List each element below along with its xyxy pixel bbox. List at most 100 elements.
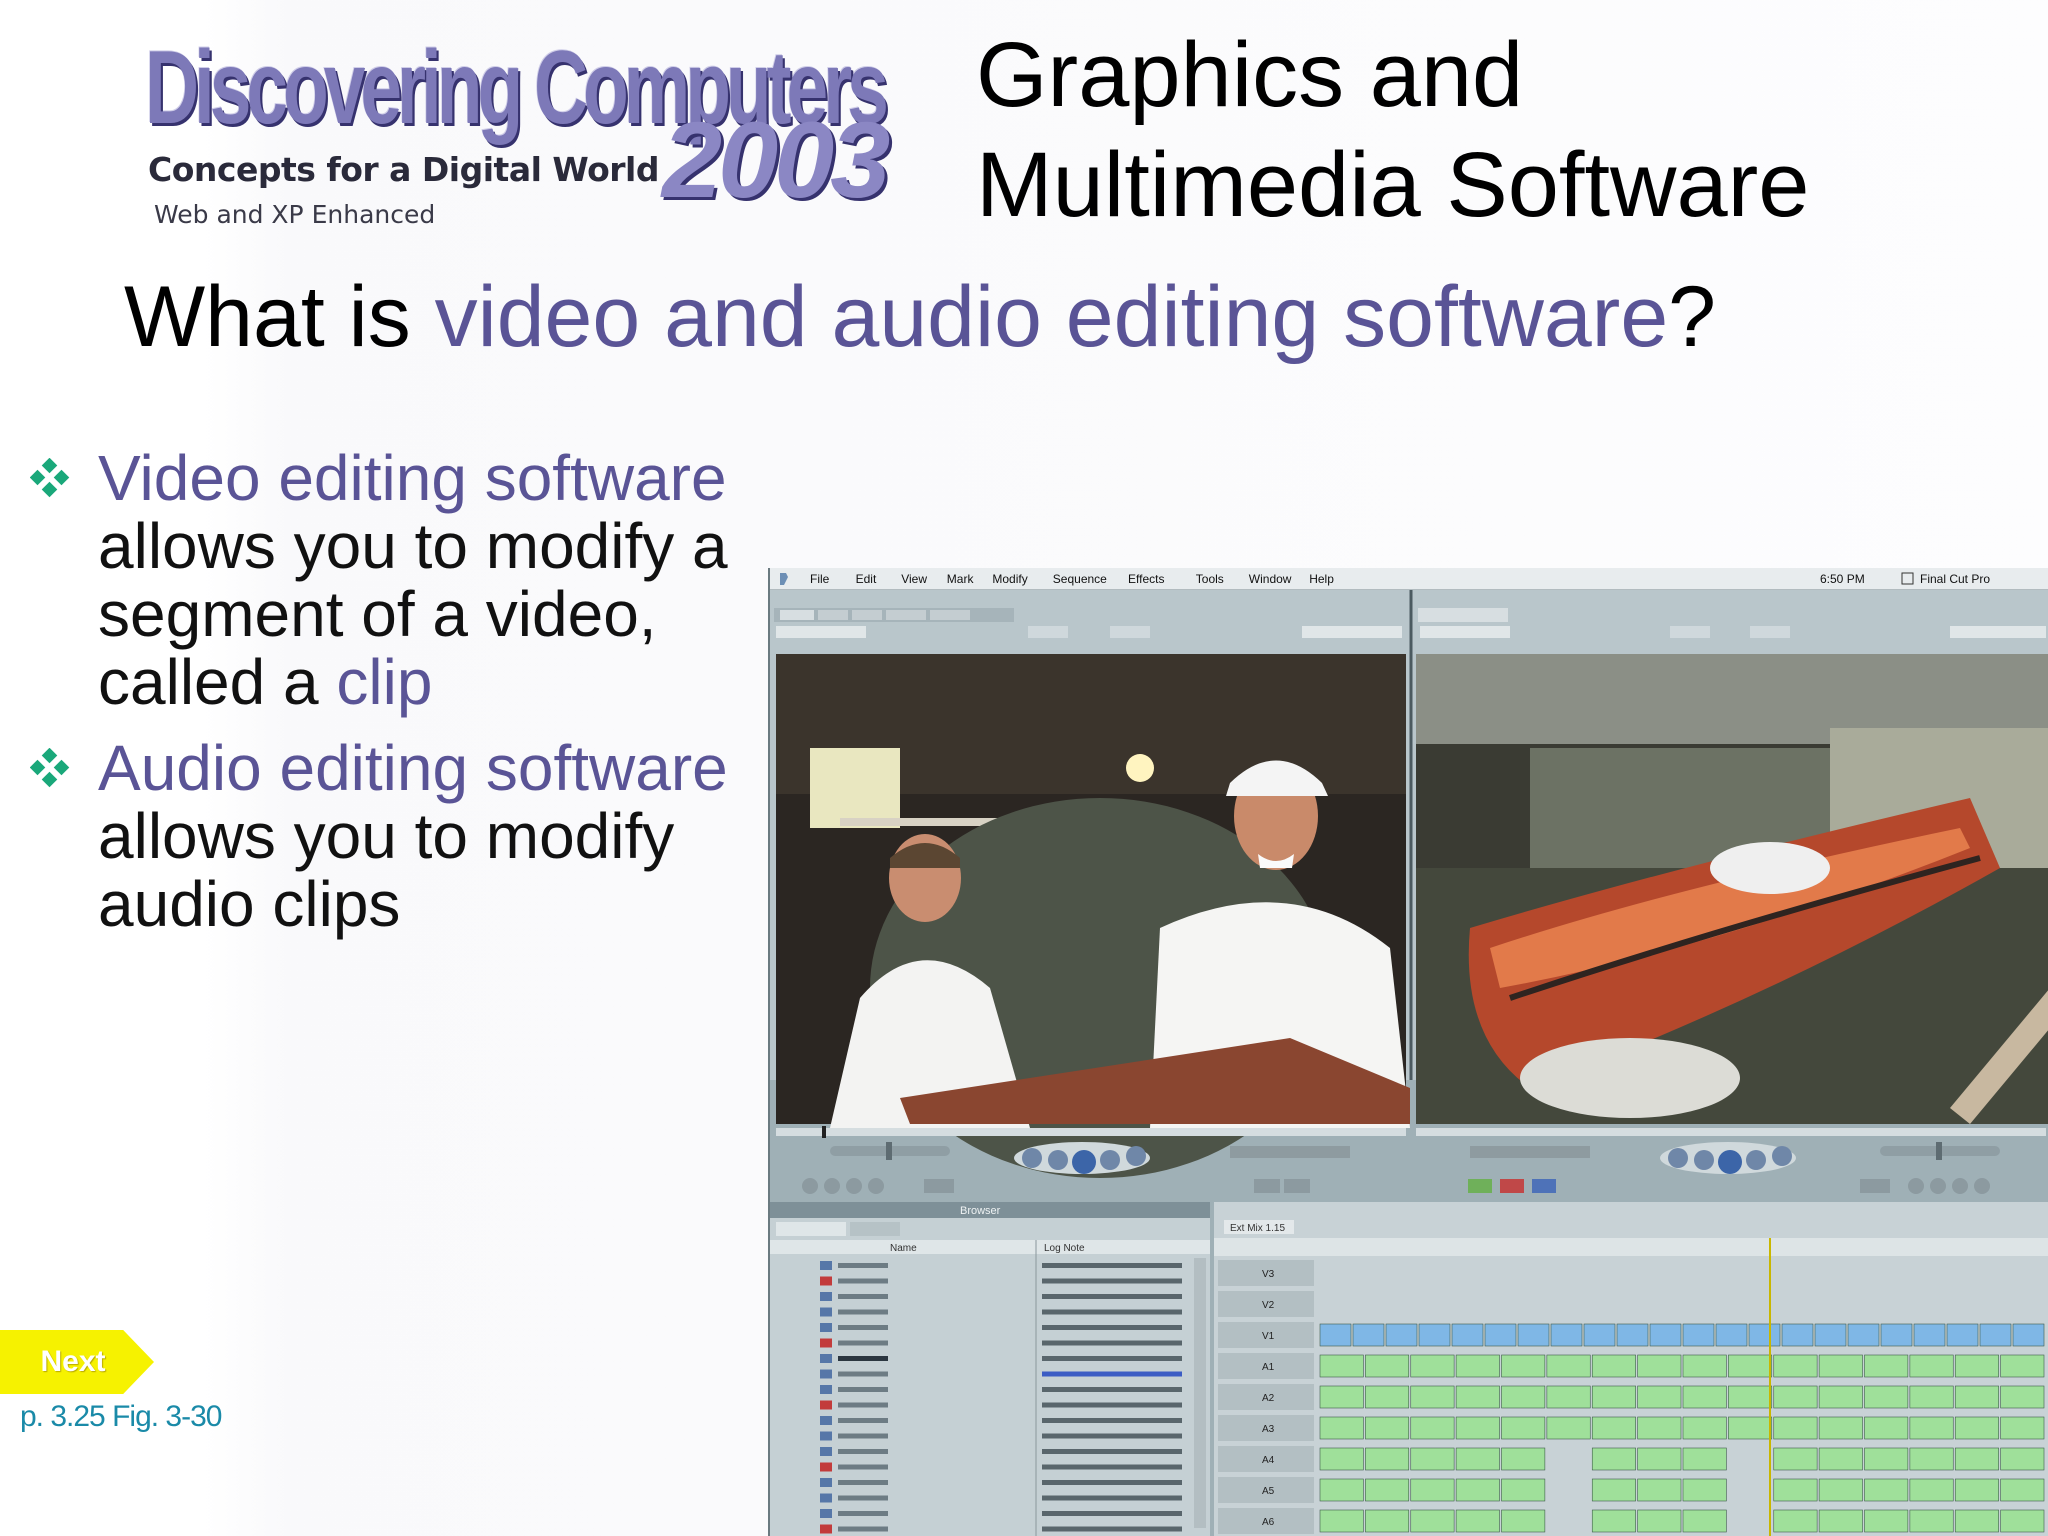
timeline-clip[interactable] xyxy=(2000,1385,2045,1409)
timeline-clip[interactable] xyxy=(1319,1385,1364,1409)
timeline-clip[interactable] xyxy=(1591,1385,1636,1409)
timeline-clip[interactable] xyxy=(1410,1354,1455,1378)
timeline-clip[interactable] xyxy=(1954,1354,1999,1378)
timeline-clip[interactable] xyxy=(1319,1509,1364,1533)
timeline-clip[interactable] xyxy=(1818,1416,1863,1440)
timeline-clip[interactable] xyxy=(1909,1509,1954,1533)
viewer-transport-controls[interactable] xyxy=(830,1142,1350,1174)
timeline-clip[interactable] xyxy=(1864,1509,1909,1533)
timeline-clip[interactable] xyxy=(1773,1416,1818,1440)
timeline-clip[interactable] xyxy=(1385,1323,1418,1347)
timeline-clip[interactable] xyxy=(1418,1323,1451,1347)
canvas-transport-controls[interactable] xyxy=(1470,1142,2000,1174)
menu-item-sequence[interactable]: Sequence xyxy=(1053,572,1107,586)
timeline-clip[interactable] xyxy=(1954,1509,1999,1533)
timeline-clip[interactable] xyxy=(1682,1385,1727,1409)
timeline-clip[interactable] xyxy=(1728,1385,1773,1409)
timeline-clip[interactable] xyxy=(1814,1323,1847,1347)
next-button[interactable]: Next xyxy=(0,1330,154,1394)
timeline-clip[interactable] xyxy=(1352,1323,1385,1347)
timeline-clip[interactable] xyxy=(1864,1478,1909,1502)
timeline-clip[interactable] xyxy=(1847,1323,1880,1347)
timeline-clip[interactable] xyxy=(1591,1509,1636,1533)
timeline-clip[interactable] xyxy=(1773,1478,1818,1502)
timeline-clip[interactable] xyxy=(2000,1416,2045,1440)
timeline-clip[interactable] xyxy=(1637,1416,1682,1440)
timeline-clip[interactable] xyxy=(1909,1354,1954,1378)
timeline-clip[interactable] xyxy=(1773,1509,1818,1533)
timeline-clip[interactable] xyxy=(1501,1447,1546,1471)
timeline-clip[interactable] xyxy=(1591,1447,1636,1471)
timeline-clip[interactable] xyxy=(1864,1385,1909,1409)
timeline-clip[interactable] xyxy=(1818,1385,1863,1409)
timeline-clip[interactable] xyxy=(1365,1385,1410,1409)
timeline-clip[interactable] xyxy=(1546,1416,1591,1440)
menu-item-view[interactable]: View xyxy=(901,572,927,586)
timeline-clip[interactable] xyxy=(1365,1447,1410,1471)
timeline-clip[interactable] xyxy=(1954,1385,1999,1409)
timeline-clip[interactable] xyxy=(1365,1478,1410,1502)
timeline-clip[interactable] xyxy=(1517,1323,1550,1347)
timeline-clip[interactable] xyxy=(1591,1354,1636,1378)
timeline-clip[interactable] xyxy=(1410,1509,1455,1533)
timeline-clip[interactable] xyxy=(1781,1323,1814,1347)
timeline-clip[interactable] xyxy=(1649,1323,1682,1347)
timeline-clip[interactable] xyxy=(1546,1354,1591,1378)
timeline-clip[interactable] xyxy=(1728,1354,1773,1378)
timeline-clip[interactable] xyxy=(2000,1354,2045,1378)
timeline-clip[interactable] xyxy=(1864,1354,1909,1378)
timeline-clip[interactable] xyxy=(1773,1447,1818,1471)
timeline-clip[interactable] xyxy=(1637,1478,1682,1502)
timeline-clip[interactable] xyxy=(1319,1354,1364,1378)
timeline-clip[interactable] xyxy=(1455,1478,1500,1502)
timeline-clip[interactable] xyxy=(1773,1354,1818,1378)
menu-item-help[interactable]: Help xyxy=(1309,572,1334,586)
timeline-clip[interactable] xyxy=(1583,1323,1616,1347)
timeline-clip[interactable] xyxy=(1591,1478,1636,1502)
timeline-clip[interactable] xyxy=(1365,1416,1410,1440)
timeline-clip[interactable] xyxy=(1682,1447,1727,1471)
timeline-clip[interactable] xyxy=(1909,1416,1954,1440)
menu-item-mark[interactable]: Mark xyxy=(947,572,975,586)
timeline-clip[interactable] xyxy=(1637,1509,1682,1533)
timeline-clip[interactable] xyxy=(1748,1323,1781,1347)
timeline-clip[interactable] xyxy=(1451,1323,1484,1347)
timeline-clip[interactable] xyxy=(1954,1478,1999,1502)
timeline-clip[interactable] xyxy=(1410,1385,1455,1409)
menu-item-file[interactable]: File xyxy=(810,572,830,586)
timeline-clip[interactable] xyxy=(1365,1354,1410,1378)
timeline-clip[interactable] xyxy=(1715,1323,1748,1347)
timeline-clip[interactable] xyxy=(1637,1354,1682,1378)
timeline-clip[interactable] xyxy=(1410,1416,1455,1440)
timeline-clip[interactable] xyxy=(1319,1416,1364,1440)
timeline-clip[interactable] xyxy=(1864,1447,1909,1471)
timeline-clip[interactable] xyxy=(1909,1385,1954,1409)
timeline-clip[interactable] xyxy=(1818,1354,1863,1378)
timeline-clip[interactable] xyxy=(1546,1385,1591,1409)
timeline-clip[interactable] xyxy=(2012,1323,2045,1347)
timeline-clip[interactable] xyxy=(1455,1509,1500,1533)
timeline-clip[interactable] xyxy=(1946,1323,1979,1347)
timeline-clip[interactable] xyxy=(1455,1354,1500,1378)
timeline-clip[interactable] xyxy=(1909,1478,1954,1502)
timeline-clip[interactable] xyxy=(1682,1323,1715,1347)
timeline-clip[interactable] xyxy=(1410,1447,1455,1471)
timeline-clip[interactable] xyxy=(1682,1354,1727,1378)
menu-item-tools[interactable]: Tools xyxy=(1196,572,1224,586)
menu-item-window[interactable]: Window xyxy=(1249,572,1292,586)
menu-item-effects[interactable]: Effects xyxy=(1128,572,1164,586)
timeline-clip[interactable] xyxy=(1550,1323,1583,1347)
timeline-clip[interactable] xyxy=(1682,1416,1727,1440)
timeline-tab[interactable]: Ext Mix 1.15 xyxy=(1230,1223,1285,1234)
timeline-clip[interactable] xyxy=(1818,1509,1863,1533)
timeline-clip[interactable] xyxy=(1979,1323,2012,1347)
timeline-clip[interactable] xyxy=(1319,1478,1364,1502)
timeline-clip[interactable] xyxy=(1501,1478,1546,1502)
timeline-clip[interactable] xyxy=(1818,1478,1863,1502)
timeline-clip[interactable] xyxy=(1864,1416,1909,1440)
timeline-clip[interactable] xyxy=(1637,1385,1682,1409)
timeline-clip[interactable] xyxy=(1455,1416,1500,1440)
timeline-clip[interactable] xyxy=(1913,1323,1946,1347)
timeline-clip[interactable] xyxy=(1728,1416,1773,1440)
timeline-clip[interactable] xyxy=(1455,1385,1500,1409)
